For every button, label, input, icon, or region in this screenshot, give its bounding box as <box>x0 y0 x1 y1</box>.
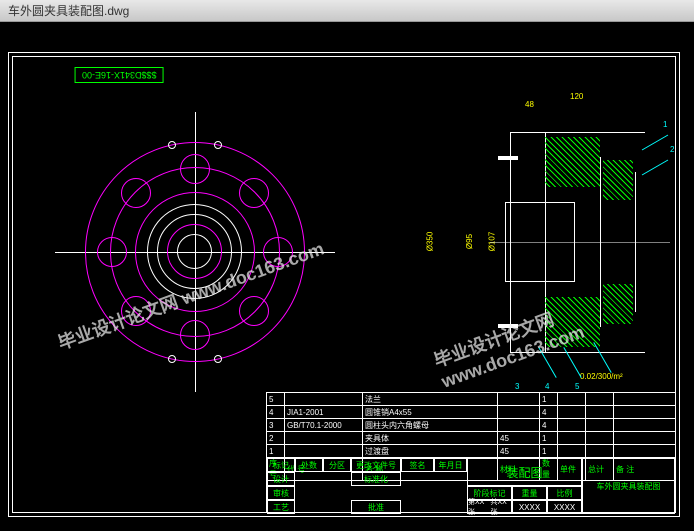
centerline <box>490 242 670 243</box>
bolt-hole <box>180 320 210 350</box>
front-view <box>65 122 325 382</box>
bom-row: 1过渡盘451 <box>267 445 676 458</box>
tb-label: 处数 <box>295 458 323 472</box>
hatch-section <box>603 284 633 324</box>
tb-value: XXXX <box>512 500 547 514</box>
balloon-2: 2 <box>670 145 674 154</box>
bolt-hole <box>97 237 127 267</box>
gd-tol: 0.02/300/m² <box>580 372 623 381</box>
window-title-bar: 车外圆夹具装配图.dwg <box>0 0 694 22</box>
bom-row: 2夹具体451 <box>267 432 676 445</box>
bolt-hole <box>180 154 210 184</box>
hatch-section <box>545 137 600 187</box>
dim-dia1: Ø350 <box>425 232 434 252</box>
pin-hole <box>214 141 222 149</box>
bolt <box>498 154 528 162</box>
tb-value: XXXX <box>547 500 582 514</box>
pin-hole <box>214 355 222 363</box>
tb-label: 标记 <box>267 458 295 472</box>
tb-label: 工艺 <box>267 500 295 514</box>
balloon-3: 3 <box>515 382 519 391</box>
dim-dia2: Ø95 <box>465 234 474 249</box>
leader <box>642 135 668 151</box>
bom-row: 3GB/T70.1-2000圆柱头内六角螺母4 <box>267 419 676 432</box>
center-circle <box>177 234 212 269</box>
tb-label: 设计 <box>267 472 295 486</box>
title-block: 装配图 车外圆夹具装配图 标记 处数 分区 更改文件号 签名 年月日 设计 标准… <box>266 457 676 513</box>
tb-label: 重量 <box>512 486 547 500</box>
tb-label: 标准化 <box>351 472 401 486</box>
assembly-title: 装配图 <box>467 458 582 486</box>
hatch-section <box>545 297 600 347</box>
balloon-4: 4 <box>545 382 549 391</box>
tb-label: 分区 <box>323 458 351 472</box>
pin-hole <box>168 355 176 363</box>
window-title: 车外圆夹具装配图.dwg <box>8 2 129 19</box>
tb-sheet: 第XX张 共XX张 <box>467 500 512 514</box>
leader <box>593 342 611 373</box>
balloon-5: 5 <box>575 382 579 391</box>
balloon-1: 1 <box>663 120 667 129</box>
drawing-name: 车外圆夹具装配图 <box>582 458 675 514</box>
side-view: 48 120 Ø350 Ø95 Ø107 0.02/300/m² 1 2 3 4… <box>390 92 670 392</box>
edge <box>510 132 645 133</box>
hatch-section <box>603 160 633 200</box>
leader <box>642 160 668 176</box>
bolt-hole <box>121 296 151 326</box>
tb-label: 签名 <box>401 458 434 472</box>
tb-label: 批准 <box>351 500 401 514</box>
dim-top2: 120 <box>570 92 583 101</box>
bolt-hole <box>239 178 269 208</box>
dim-top1: 48 <box>525 100 534 109</box>
tb-label: 审核 <box>267 486 295 500</box>
bom-row: 5法兰1 <box>267 393 676 406</box>
bolt-hole <box>263 237 293 267</box>
tb-label: 比例 <box>547 486 582 500</box>
tb-label: 年月日 <box>434 458 467 472</box>
tb-label: 更改文件号 <box>351 458 401 472</box>
part-number-box: $$$D341X-16E-00 <box>75 67 164 83</box>
bolt <box>498 322 528 330</box>
bom-row: 4JIA1-2001圆锥销A4x554 <box>267 406 676 419</box>
cad-canvas[interactable]: $$$D341X-16E-00 48 120 Ø350 Ø95 Ø107 0. <box>0 22 694 531</box>
bolt-hole <box>121 178 151 208</box>
pin-hole <box>168 141 176 149</box>
bolt-hole <box>239 296 269 326</box>
edge <box>510 352 645 353</box>
